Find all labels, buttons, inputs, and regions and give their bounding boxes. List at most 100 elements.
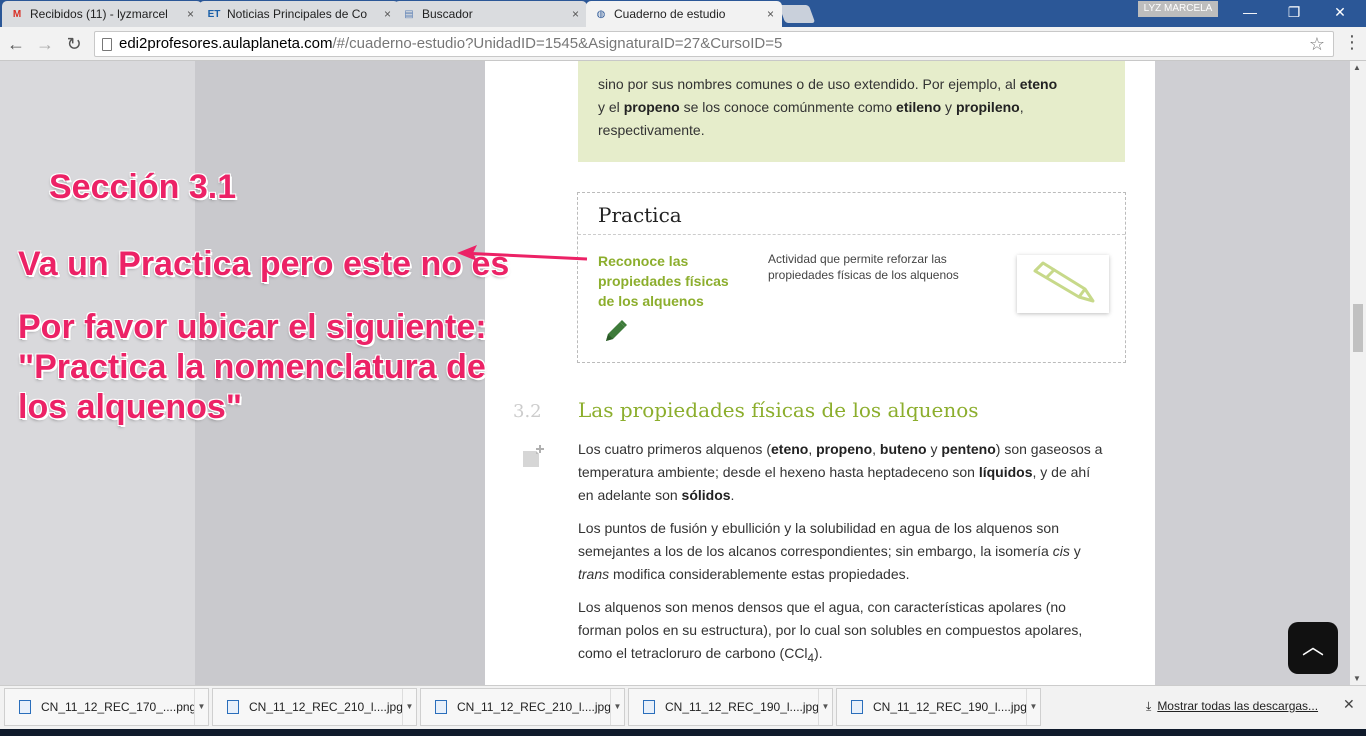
info-line: sino por sus nombres comunes o de uso ex… [598,73,1105,96]
annotation-note: Va un Practica pero este no es [18,245,510,283]
paragraph: Los puntos de fusión y ebullición y la s… [578,517,1108,586]
tab-noticias[interactable]: ET Noticias Principales de Co × [199,1,399,27]
show-all-downloads-link[interactable]: ⤓ Mostrar todas las descargas... [1146,699,1318,714]
image-file-icon [227,700,239,714]
text: , [872,441,880,457]
url-path: /#/cuaderno-estudio?UnidadID=1545&Asigna… [332,35,783,52]
gmail-icon: M [12,8,22,20]
tab-strip: M Recibidos (11) - lyzmarcel × ET Notici… [0,0,1366,27]
text: y [1069,543,1081,559]
bold-term: propeno [816,441,873,457]
annotation-request: Por favor ubicar el siguiente: "Practica… [18,308,487,426]
menu-icon[interactable]: ⋮ [1343,32,1361,56]
paragraph: Los alquenos son menos densos que el agu… [578,596,1108,670]
os-taskbar [0,729,1366,736]
close-icon[interactable]: × [384,7,391,21]
scroll-to-top-button[interactable]: ︿ [1288,622,1338,674]
text: y el [598,99,624,115]
scrollbar-thumb[interactable] [1353,304,1363,352]
tab-cuaderno[interactable]: ◍ Cuaderno de estudio × [586,1,782,27]
bold-term: sólidos [681,487,731,503]
download-filename: CN_11_12_REC_210_l....jpg [457,700,610,714]
minimize-button[interactable]: — [1228,2,1272,22]
practica-card: Practica Reconoce las propiedades física… [577,192,1126,363]
new-tab-button[interactable] [778,5,816,23]
text: se los conoce comúnmente como [679,99,897,115]
chevron-down-icon[interactable]: ▼ [818,689,832,725]
download-item[interactable]: CN_11_12_REC_210_l....jpg ▼ [420,688,625,726]
maximize-button[interactable]: ❐ [1272,2,1316,22]
info-box: sino por sus nombres comunes o de uso ex… [578,61,1125,162]
tab-buscador[interactable]: ▤ Buscador × [394,1,587,27]
tab-label: Recibidos (11) - lyzmarcel [30,7,168,21]
tab-label: Buscador [422,7,473,21]
bold-term: líquidos [978,464,1033,480]
chevron-down-icon[interactable]: ▼ [402,689,416,725]
image-file-icon [851,700,863,714]
close-icon[interactable]: × [572,7,579,21]
tab-label: Noticias Principales de Co [227,7,368,21]
info-line: y el propeno se los conoce comúnmente co… [598,96,1105,119]
text: y [941,99,956,115]
text: Los cuatro primeros alquenos ( [578,441,771,457]
show-all-label: Mostrar todas las descargas... [1157,699,1319,713]
address-bar[interactable]: edi2profesores.aulaplaneta.com/#/cuadern… [94,31,1334,57]
pencil-icon [1033,261,1095,303]
user-profile-badge[interactable]: LYZ MARCELA [1138,1,1218,17]
download-item[interactable]: CN_11_12_REC_190_l....jpg ▼ [628,688,833,726]
practica-thumbnail[interactable] [1017,255,1109,313]
bold-term: eteno [771,441,809,457]
study-notebook-page: sino por sus nombres comunes o de uso ex… [485,61,1155,685]
image-file-icon [19,700,31,714]
news-icon: ET [207,8,221,20]
close-icon[interactable]: × [187,7,194,21]
text: , [808,441,817,457]
italic-term: cis [1052,543,1070,559]
close-downloads-button[interactable]: ✕ [1343,696,1355,713]
practica-activity-link[interactable]: Reconoce las propiedades físicas de los … [598,251,748,311]
annotation-section-label: Sección 3.1 [49,168,237,206]
download-icon: ⤓ [1146,699,1152,713]
scroll-up-arrow[interactable]: ▲ [1353,63,1361,72]
chevron-down-icon[interactable]: ▼ [1026,689,1040,725]
forward-button[interactable]: → [33,32,57,56]
section-title: Las propiedades físicas de los alquenos [578,398,979,422]
scroll-down-arrow[interactable]: ▼ [1353,674,1361,683]
text: y [926,441,942,457]
chevron-down-icon[interactable]: ▼ [610,689,624,725]
download-filename: CN_11_12_REC_170_....png [41,700,194,714]
text: sino por sus nombres comunes o de uso ex… [598,76,1020,92]
tab-gmail[interactable]: M Recibidos (11) - lyzmarcel × [2,1,202,27]
text: . [730,487,735,503]
page-viewport: sino por sus nombres comunes o de uso ex… [0,61,1350,685]
image-file-icon [643,700,655,714]
page-icon [102,38,112,51]
close-window-button[interactable]: ✕ [1318,2,1362,22]
italic-term: trans [578,566,610,582]
practica-description: Actividad que permite reforzar las propi… [768,252,959,282]
text: modifica considerablemente estas propied… [609,566,910,582]
bold-term: propeno [623,99,680,115]
reload-button[interactable]: ↻ [62,32,86,56]
download-item[interactable]: CN_11_12_REC_190_l....jpg ▼ [836,688,1041,726]
download-item[interactable]: CN_11_12_REC_210_l....jpg ▼ [212,688,417,726]
text: Los alquenos son menos densos que el agu… [578,599,1083,661]
bold-term: propileno [955,99,1020,115]
add-note-icon[interactable] [520,441,548,471]
globe-icon: ◍ [596,8,606,20]
practica-title: Practica [578,193,1125,235]
url-host: edi2profesores.aulaplaneta.com [119,35,333,52]
close-icon[interactable]: × [767,7,774,21]
annotation-arrow [457,245,588,261]
text: ). [814,645,823,661]
chevron-down-icon[interactable]: ▼ [194,689,208,725]
bold-term: eteno [1019,76,1058,92]
vertical-scrollbar[interactable]: ▲ ▼ [1350,61,1366,685]
pen-icon[interactable] [602,317,630,345]
bookmark-star-icon[interactable]: ☆ [1309,32,1325,56]
download-filename: CN_11_12_REC_190_l....jpg [665,700,818,714]
bold-term: penteno [941,441,996,457]
back-button[interactable]: ← [4,32,28,56]
image-file-icon [435,700,447,714]
download-item[interactable]: CN_11_12_REC_170_....png ▼ [4,688,209,726]
